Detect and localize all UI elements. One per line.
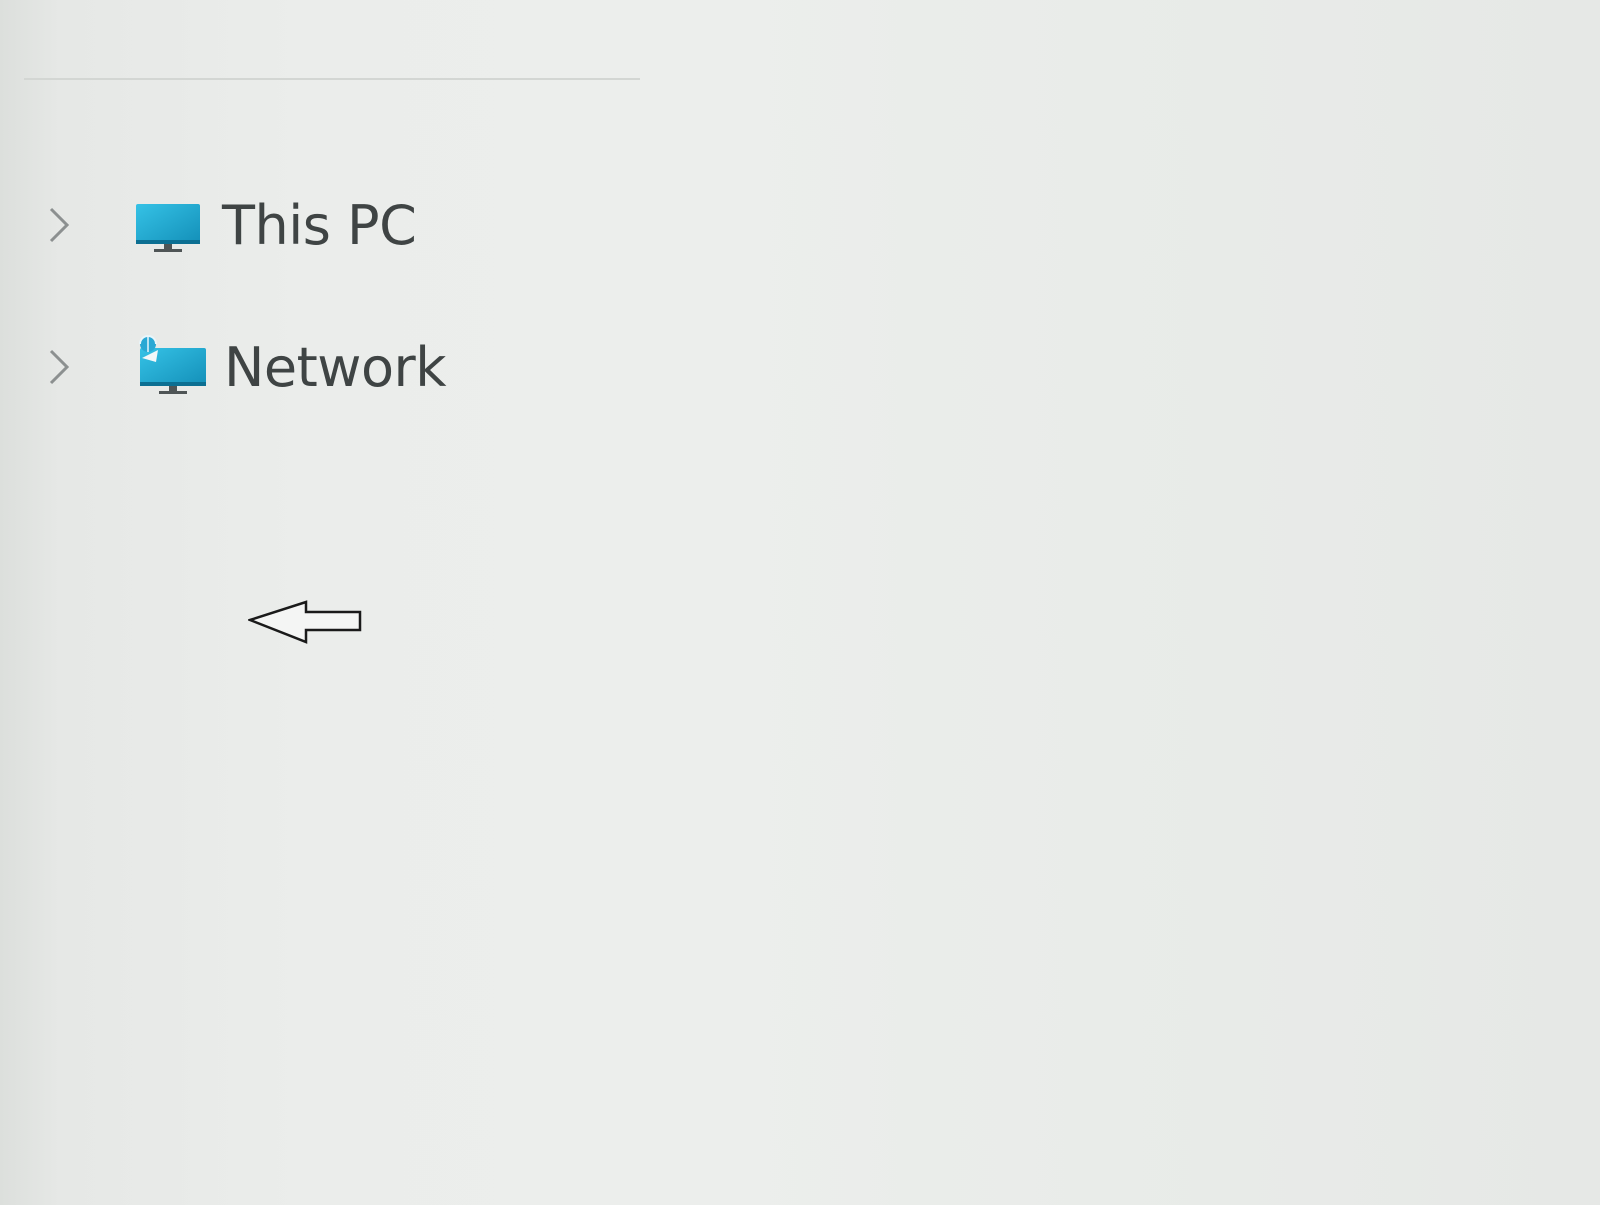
nav-item-label: This PC	[222, 193, 417, 257]
navigation-pane: This PC Network	[0, 0, 1600, 1205]
nav-item-label: Network	[224, 335, 446, 399]
network-icon	[134, 334, 214, 400]
left-arrow-icon	[246, 598, 370, 648]
chevron-right-icon[interactable]	[44, 205, 74, 245]
nav-item-this-pc[interactable]: This PC	[0, 180, 700, 270]
section-divider	[24, 78, 640, 80]
monitor-icon	[134, 192, 214, 258]
chevron-right-icon[interactable]	[44, 347, 74, 387]
nav-item-network[interactable]: Network	[0, 322, 700, 412]
